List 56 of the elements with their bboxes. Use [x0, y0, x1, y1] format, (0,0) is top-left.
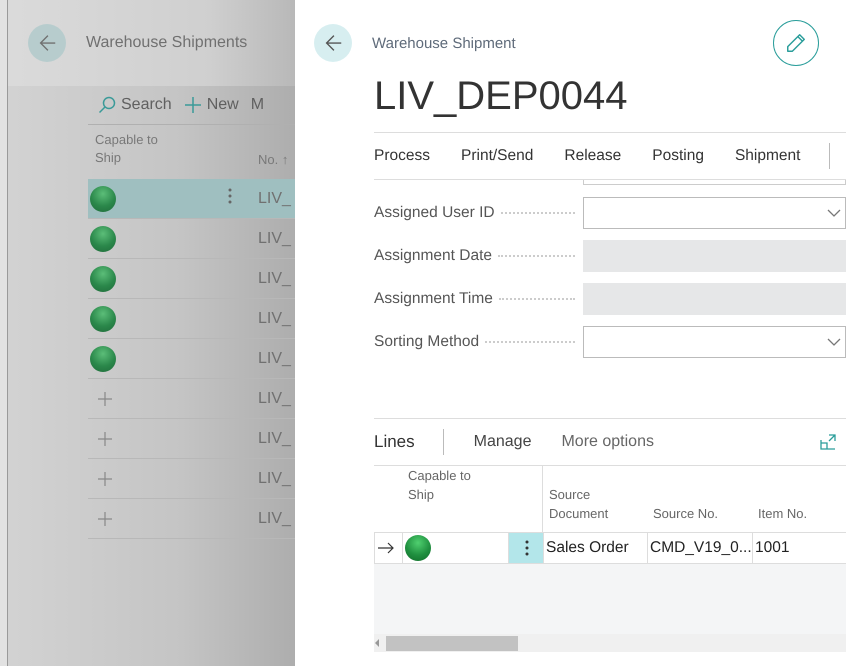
new-button[interactable]: New	[184, 96, 239, 114]
table-cell: Sales Order	[546, 539, 629, 557]
column-header[interactable]: Capable to Ship	[408, 466, 488, 504]
more-icon[interactable]	[525, 540, 529, 556]
action-menu[interactable]: Shipment	[734, 147, 800, 165]
table-cell-text: LIV_	[258, 270, 292, 288]
back-button[interactable]	[314, 24, 352, 62]
back-button[interactable]	[28, 24, 66, 62]
field-label: Assignment Time	[374, 290, 493, 308]
column-header[interactable]: Capable to Ship	[88, 131, 175, 167]
column-header[interactable]: Source No.	[647, 466, 752, 532]
chevron-down-icon	[827, 208, 841, 218]
page-title: Warehouse Shipments	[86, 34, 248, 52]
list-row[interactable]: LIV_	[88, 219, 295, 259]
scroll-left-icon[interactable]	[374, 639, 380, 647]
section-title: Lines	[374, 432, 415, 452]
field-label: Assignment Date	[374, 247, 492, 265]
search-icon	[98, 96, 116, 114]
dropdown-field[interactable]	[583, 197, 846, 229]
column-header[interactable]: Item No.	[752, 466, 846, 532]
record-title: LIV_DEP0044	[374, 74, 629, 120]
page-caption: Warehouse Shipment	[372, 34, 517, 52]
field-label: Assigned User ID	[374, 204, 495, 222]
edit-button[interactable]	[773, 20, 819, 66]
action-menu[interactable]: Process	[374, 147, 430, 165]
table-cell: 1001	[755, 539, 790, 557]
table-cell-text: LIV_	[258, 510, 292, 528]
table-cell-text: LIV_	[258, 190, 292, 208]
dropdown-field[interactable]	[583, 326, 846, 358]
table-cell: CMD_V19_0...	[650, 539, 752, 557]
table-cell-text: LIV_	[258, 390, 292, 408]
action-menu[interactable]: More options	[561, 433, 654, 451]
column-header[interactable]: Source Document	[543, 466, 647, 532]
plus-icon	[184, 96, 202, 114]
list-row[interactable]: LIV_	[88, 179, 295, 219]
table-cell-text: LIV_	[258, 310, 292, 328]
pencil-icon	[785, 32, 807, 54]
search-button[interactable]: Search	[98, 96, 172, 114]
current-row-arrow-icon	[377, 541, 395, 555]
expand-icon[interactable]	[820, 434, 836, 450]
list-row[interactable]: LIV_	[88, 259, 295, 299]
table-cell-text: LIV_	[258, 230, 292, 248]
action-menu[interactable]: Posting	[652, 147, 704, 165]
table-cell-text: LIV_	[258, 470, 292, 488]
list-row[interactable]: LIV_	[88, 299, 295, 339]
action-menu[interactable]: Print/Send	[461, 147, 534, 165]
action-menu[interactable]: Release	[564, 147, 622, 165]
chevron-down-icon	[827, 337, 841, 347]
scrollbar[interactable]	[374, 634, 846, 652]
list-row[interactable]: LIV_	[88, 339, 295, 379]
action-menu[interactable]: Manage	[474, 433, 532, 451]
column-header[interactable]: No. ↑	[258, 152, 295, 167]
field-label: Sorting Method	[374, 333, 480, 351]
table-cell-text: LIV_	[258, 430, 292, 448]
toolbar-button[interactable]: M	[250, 96, 264, 114]
table-cell-text: LIV_	[258, 350, 292, 368]
